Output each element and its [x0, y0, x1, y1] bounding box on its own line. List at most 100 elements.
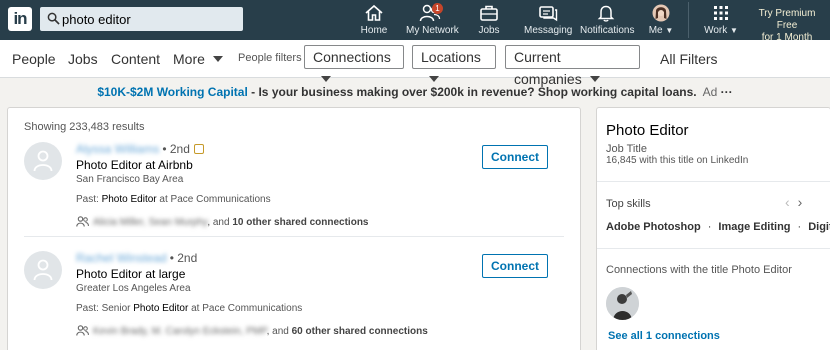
- nav-divider: [688, 2, 689, 38]
- nav-my-network[interactable]: 1 My Network: [406, 3, 459, 38]
- me-text: Me: [648, 25, 663, 36]
- skill-separator: ·: [797, 221, 802, 233]
- search-icon: [47, 12, 60, 25]
- current-companies-filter-button[interactable]: Current companies: [505, 45, 640, 87]
- nav-notifications[interactable]: Notifications: [580, 4, 635, 38]
- shared-connections-icon: [76, 216, 89, 227]
- nav-messaging-label: Messaging: [524, 25, 573, 36]
- results-count: Showing 233,483 results: [24, 121, 145, 133]
- past-match: Photo Editor: [101, 194, 157, 205]
- person-name[interactable]: Alyssa Williams: [76, 142, 159, 156]
- nav-notifications-label: Notifications: [580, 25, 635, 36]
- nav-work-label: Work ▼: [704, 25, 738, 36]
- shared-connections[interactable]: Kevin Brady, M. Carolyn Eckstein, PMP, a…: [76, 325, 428, 337]
- bell-icon: [597, 5, 615, 22]
- tab-more[interactable]: More: [173, 51, 223, 67]
- sponsored-ad: $10K-$2M Working Capital - Is your busin…: [0, 85, 830, 99]
- top-skills-label: Top skills: [606, 198, 651, 210]
- nav-work[interactable]: Work ▼: [704, 4, 738, 38]
- all-filters-button[interactable]: All Filters: [660, 51, 718, 67]
- notification-badge: 1: [432, 3, 443, 14]
- job-title-panel: Photo Editor Job Title 16,845 with this …: [597, 108, 830, 350]
- person-location: San Francisco Bay Area: [76, 174, 184, 185]
- avatar[interactable]: [24, 251, 62, 289]
- connect-button[interactable]: Connect: [482, 254, 548, 278]
- panel-subtitle: Job Title: [606, 143, 647, 155]
- shared-count: 60 other shared connections: [291, 326, 428, 337]
- past-suffix: at Pace Communications: [188, 303, 303, 314]
- nav-me[interactable]: Me ▼: [648, 4, 674, 38]
- ad-more-icon[interactable]: ···: [721, 85, 733, 99]
- shared-names: Alicia Miller, Sean Murphy: [93, 217, 208, 228]
- nav-me-label: Me ▼: [648, 25, 674, 36]
- connection-photo: [606, 287, 639, 320]
- see-all-connections-link[interactable]: See all 1 connections: [608, 330, 720, 342]
- search-input[interactable]: [62, 10, 237, 28]
- search-results-card: Showing 233,483 results Alyssa Williams •…: [8, 108, 580, 350]
- person-name-line: Rachel Winstead • 2nd: [76, 251, 197, 265]
- connection-degree: • 2nd: [162, 142, 190, 156]
- past-prefix: Past:: [76, 194, 102, 205]
- nav-home[interactable]: Home: [360, 4, 388, 38]
- search-box[interactable]: [40, 7, 243, 31]
- grid-icon: [714, 6, 728, 20]
- nav-jobs-label: Jobs: [478, 25, 500, 36]
- try-premium-link[interactable]: Try Premium Free for 1 Month: [748, 8, 826, 44]
- shared-tail: , and: [207, 217, 233, 228]
- panel-title: Photo Editor: [606, 122, 689, 139]
- shared-connections[interactable]: Alicia Miller, Sean Murphy, and 10 other…: [76, 216, 369, 228]
- caret-down-icon: [589, 76, 600, 82]
- locations-filter-label: Locations: [421, 49, 481, 65]
- caret-down-icon: [212, 56, 223, 62]
- person-headline: Photo Editor at Airbnb: [76, 158, 193, 172]
- shared-connections-icon: [76, 325, 89, 336]
- skill-item[interactable]: Digital: [808, 221, 830, 233]
- avatar[interactable]: [24, 142, 62, 180]
- result-divider: [24, 236, 564, 237]
- shared-tail: , and: [266, 326, 292, 337]
- people-filters-label: People filters: [238, 52, 302, 64]
- home-icon: [365, 4, 383, 21]
- person-location: Greater Los Angeles Area: [76, 283, 191, 294]
- nav-messaging[interactable]: Messaging: [524, 4, 572, 38]
- chevron-down-icon: ▼: [665, 26, 674, 35]
- connections-filter-label: Connections: [313, 49, 391, 65]
- search-filter-bar: People Jobs Content More People filters …: [0, 40, 830, 87]
- chevron-right-icon[interactable]: ›: [798, 194, 811, 210]
- nav-home-label: Home: [360, 25, 388, 36]
- avatar: [652, 4, 670, 22]
- ad-link[interactable]: $10K-$2M Working Capital: [97, 85, 247, 99]
- caret-down-icon: [429, 76, 439, 82]
- person-name[interactable]: Rachel Winstead: [76, 251, 167, 265]
- connection-degree: • 2nd: [169, 251, 198, 265]
- tab-content[interactable]: Content: [111, 51, 160, 67]
- person-placeholder-icon: [33, 150, 53, 172]
- person-past-position: Past: Senior Photo Editor at Pace Commun…: [76, 303, 302, 314]
- caret-down-icon: [321, 76, 331, 82]
- tab-jobs[interactable]: Jobs: [68, 51, 98, 67]
- chevron-left-icon[interactable]: ‹: [785, 194, 798, 210]
- avatar[interactable]: [606, 287, 639, 320]
- tab-more-label: More: [173, 51, 205, 67]
- linkedin-logo[interactable]: in: [8, 7, 32, 31]
- skill-item[interactable]: Image Editing: [718, 221, 790, 233]
- locations-filter-button[interactable]: Locations: [412, 45, 496, 82]
- shared-count: 10 other shared connections: [232, 217, 369, 228]
- connections-filter-button[interactable]: Connections: [304, 45, 404, 82]
- messaging-icon: [539, 6, 558, 22]
- nav-jobs[interactable]: Jobs: [477, 4, 501, 38]
- past-match: Photo Editor: [133, 303, 189, 314]
- panel-count: 16,845 with this title on LinkedIn: [606, 155, 749, 166]
- ad-text[interactable]: - Is your business making over $200k in …: [248, 85, 696, 99]
- tab-people[interactable]: People: [12, 51, 56, 67]
- past-suffix: at Pace Communications: [156, 194, 271, 205]
- current-companies-filter-label: Current companies: [514, 49, 582, 87]
- connect-button[interactable]: Connect: [482, 145, 548, 169]
- panel-divider: [597, 248, 830, 249]
- skill-item[interactable]: Adobe Photoshop: [606, 221, 701, 233]
- briefcase-icon: [480, 5, 498, 21]
- person-name-line: Alyssa Williams • 2nd: [76, 142, 204, 156]
- skill-separator: ·: [707, 221, 712, 233]
- ad-tag: Ad: [702, 85, 718, 99]
- top-navigation: in Home 1 My Network Jobs Messaging Noti…: [0, 0, 830, 43]
